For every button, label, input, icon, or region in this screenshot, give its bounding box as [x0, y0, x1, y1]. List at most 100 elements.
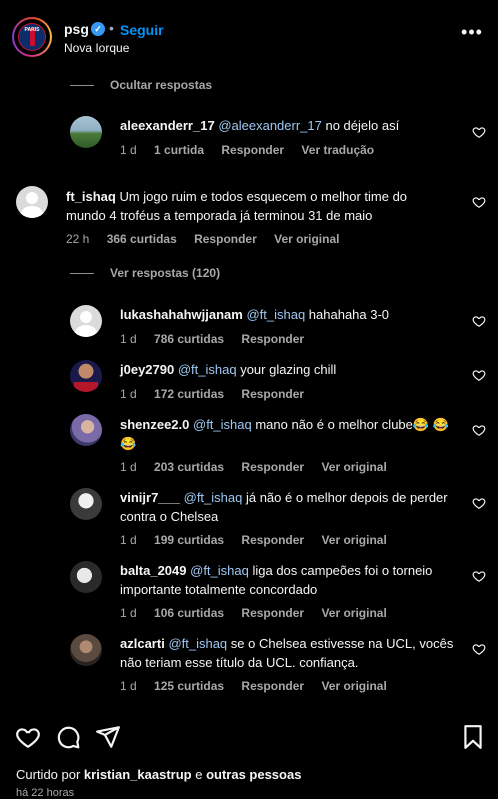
avatar[interactable] [70, 561, 102, 593]
comment-likes[interactable]: 199 curtidas [154, 533, 224, 547]
comment-text: balta_2049 @ft_ishaq liga dos campeões f… [120, 563, 433, 597]
others-link[interactable]: outras pessoas [206, 767, 301, 782]
post-timestamp: há 22 horas [16, 787, 75, 799]
comment-icon[interactable] [55, 724, 81, 750]
comment-mention[interactable]: @aleexanderr_17 [218, 118, 322, 133]
comment-time[interactable]: 1 d [120, 387, 137, 401]
comment-username[interactable]: j0ey2790 [120, 362, 174, 377]
comment-likes[interactable]: 786 curtidas [154, 332, 224, 346]
comment-username[interactable]: azlcarti [120, 636, 165, 651]
avatar[interactable] [70, 305, 102, 337]
comment-time[interactable]: 1 d [120, 332, 137, 346]
heart-icon[interactable] [15, 724, 41, 750]
reply-divider-line [70, 85, 94, 86]
heart-icon[interactable] [472, 125, 486, 139]
avatar[interactable] [70, 414, 102, 446]
heart-icon[interactable] [472, 423, 486, 437]
comment-time[interactable]: 1 d [120, 460, 137, 474]
comment-meta: 22 h 366 curtidas Responder Ver original [66, 232, 353, 246]
comment-meta: 1 d 199 curtidas Responder Ver original [120, 533, 401, 547]
reply-button[interactable]: Responder [241, 606, 304, 620]
comment-username[interactable]: lukashahahwjjanam [120, 307, 243, 322]
comment-text: shenzee2.0 @ft_ishaq mano não é o melhor… [120, 417, 449, 451]
reply-button[interactable]: Responder [241, 533, 304, 547]
comment-username[interactable]: ft_ishaq [66, 189, 116, 204]
see-original-button[interactable]: Ver original [321, 679, 386, 693]
comment-meta: 1 d 1 curtida Responder Ver tradução [120, 143, 388, 157]
account-username[interactable]: psg [64, 21, 89, 37]
post-header: PARIS psg ✓ • Seguir Nova Iorque ••• [0, 0, 498, 70]
liked-by-user[interactable]: kristian_kaastrup [84, 767, 192, 782]
comment-mention[interactable]: @ft_ishaq [168, 636, 227, 651]
comment-likes[interactable]: 1 curtida [154, 143, 204, 157]
comment-time[interactable]: 22 h [66, 232, 89, 246]
separator-dot: • [109, 20, 114, 36]
comment-meta: 1 d 106 curtidas Responder Ver original [120, 606, 401, 620]
comment-mention[interactable]: @ft_ishaq [178, 362, 237, 377]
comment-username[interactable]: aleexanderr_17 [120, 118, 215, 133]
comment-username[interactable]: vinijr7___ [120, 490, 180, 505]
reply-button[interactable]: Responder [241, 387, 304, 401]
heart-icon[interactable] [472, 642, 486, 656]
see-original-button[interactable]: Ver original [321, 606, 386, 620]
comment-likes[interactable]: 203 curtidas [154, 460, 224, 474]
comment-meta: 1 d 125 curtidas Responder Ver original [120, 679, 401, 693]
reply-button[interactable]: Responder [241, 460, 304, 474]
comment-time[interactable]: 1 d [120, 143, 137, 157]
comment-text: ft_ishaq Um jogo ruim e todos esquecem o… [66, 189, 408, 223]
psg-avatar[interactable]: PARIS [12, 17, 52, 57]
see-translation-button[interactable]: Ver tradução [301, 143, 374, 157]
post-actions: Curtido por kristian_kaastrup e outras p… [0, 710, 498, 799]
comment-text: lukashahahwjjanam @ft_ishaq hahahaha 3-0 [120, 307, 390, 322]
more-horizontal-icon[interactable]: ••• [458, 23, 486, 47]
hide-replies-button[interactable]: Ocultar respostas [110, 78, 212, 92]
comment-time[interactable]: 1 d [120, 533, 137, 547]
bookmark-icon[interactable] [460, 724, 486, 750]
comment-likes[interactable]: 366 curtidas [107, 232, 177, 246]
heart-icon[interactable] [472, 368, 486, 382]
reply-button[interactable]: Responder [221, 143, 284, 157]
comments-thread[interactable]: Ocultar respostas aleexanderr_17 @aleexa… [0, 70, 498, 710]
comment-mention[interactable]: @ft_ishaq [246, 307, 305, 322]
see-original-button[interactable]: Ver original [274, 232, 339, 246]
heart-icon[interactable] [472, 496, 486, 510]
comment-time[interactable]: 1 d [120, 679, 137, 693]
comment-mention[interactable]: @ft_ishaq [184, 490, 243, 505]
psg-logo: PARIS [18, 23, 46, 51]
view-replies-button[interactable]: Ver respostas (120) [110, 266, 220, 280]
reply-divider-line [70, 273, 94, 274]
comment-username[interactable]: balta_2049 [120, 563, 187, 578]
comment-text: azlcarti @ft_ishaq se o Chelsea estivess… [120, 636, 454, 670]
avatar[interactable] [70, 116, 102, 148]
liked-by-text[interactable]: Curtido por kristian_kaastrup e outras p… [16, 767, 301, 782]
avatar[interactable] [16, 186, 48, 218]
comment-time[interactable]: 1 d [120, 606, 137, 620]
comment-meta: 1 d 786 curtidas Responder [120, 332, 318, 346]
heart-icon[interactable] [472, 195, 486, 209]
reply-button[interactable]: Responder [241, 332, 304, 346]
comment-likes[interactable]: 172 curtidas [154, 387, 224, 401]
comment-likes[interactable]: 106 curtidas [154, 606, 224, 620]
post-location[interactable]: Nova Iorque [64, 41, 129, 55]
comment-meta: 1 d 203 curtidas Responder Ver original [120, 460, 401, 474]
heart-icon[interactable] [472, 569, 486, 583]
see-original-button[interactable]: Ver original [321, 460, 386, 474]
reply-button[interactable]: Responder [194, 232, 257, 246]
share-icon[interactable] [95, 724, 121, 750]
avatar[interactable] [70, 634, 102, 666]
heart-icon[interactable] [472, 314, 486, 328]
verified-badge-icon: ✓ [91, 22, 105, 36]
comment-text: vinijr7___ @ft_ishaq já não é o melhor d… [120, 490, 448, 524]
avatar[interactable] [70, 360, 102, 392]
follow-button[interactable]: Seguir [120, 22, 164, 38]
comment-username[interactable]: shenzee2.0 [120, 417, 189, 432]
comment-mention[interactable]: @ft_ishaq [190, 563, 249, 578]
comment-meta: 1 d 172 curtidas Responder [120, 387, 318, 401]
see-original-button[interactable]: Ver original [321, 533, 386, 547]
comment-likes[interactable]: 125 curtidas [154, 679, 224, 693]
comment-text: aleexanderr_17 @aleexanderr_17 no déjelo… [120, 118, 400, 133]
comment-text: j0ey2790 @ft_ishaq your glazing chill [120, 362, 337, 377]
comment-mention[interactable]: @ft_ishaq [193, 417, 252, 432]
avatar[interactable] [70, 488, 102, 520]
reply-button[interactable]: Responder [241, 679, 304, 693]
